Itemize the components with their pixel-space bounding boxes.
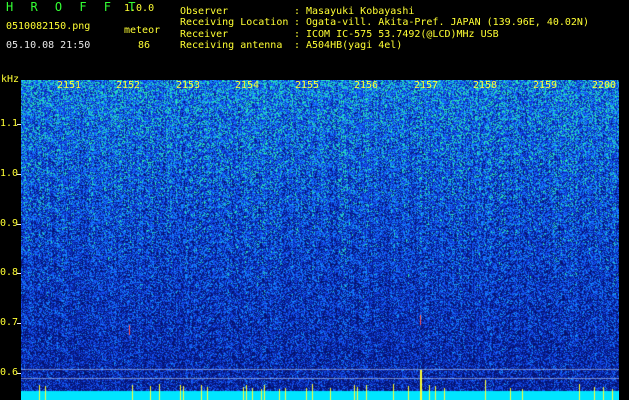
y-axis-unit: kHz xyxy=(1,74,20,85)
y-tick-label: 0.7 xyxy=(0,317,19,328)
y-tick-mark xyxy=(17,224,21,225)
info-observer-key: Observer xyxy=(180,6,229,17)
y-tick-mark xyxy=(17,124,21,125)
x-tick-label: 2152 xyxy=(116,80,141,91)
image-filename: 0510082150.png xyxy=(6,21,91,32)
info-antenna-key: Receiving antenna xyxy=(180,40,283,51)
y-tick-label: 0.8 xyxy=(0,267,19,278)
echo-count: 86 xyxy=(138,40,151,51)
y-tick-label: 1.0 xyxy=(0,168,19,179)
x-tick-label: 2154 xyxy=(235,80,260,91)
x-tick-label: 2153 xyxy=(176,80,201,91)
info-receiver-sep: : xyxy=(294,29,301,40)
app-version: 1.0.0 xyxy=(124,3,155,14)
info-observer-sep: : xyxy=(294,6,301,17)
y-tick-mark xyxy=(17,174,21,175)
spectrogram-plot xyxy=(21,80,619,400)
x-tick-label: 2156 xyxy=(354,80,379,91)
mode-label: meteor xyxy=(124,25,161,36)
y-tick-label: 0.9 xyxy=(0,218,19,229)
y-tick-label: 0.6 xyxy=(0,367,19,378)
y-tick-mark xyxy=(17,373,21,374)
x-tick-label: 2158 xyxy=(473,80,498,91)
info-location-key: Receiving Location xyxy=(180,17,289,28)
info-receiver-key: Receiver xyxy=(180,29,229,40)
info-location-value: Ogata-vill. Akita-Pref. JAPAN (139.96E, … xyxy=(306,17,589,28)
x-tick-label: 2155 xyxy=(295,80,320,91)
datetime-label: 05.10.08 21:50 xyxy=(6,40,91,51)
app-title: H R O F F T xyxy=(6,0,141,14)
info-antenna-sep: : xyxy=(294,40,301,51)
info-location-sep: : xyxy=(294,17,301,28)
x-tick-label: 2157 xyxy=(414,80,439,91)
y-tick-mark xyxy=(17,273,21,274)
x-tick-label: 2159 xyxy=(533,80,558,91)
y-tick-mark xyxy=(17,323,21,324)
info-observer-value: Masayuki Kobayashi xyxy=(306,6,415,17)
info-receiver-value: ICOM IC-575 53.7492(@LCD)MHz USB xyxy=(306,29,499,40)
info-antenna-value: A504HB(yagi 4el) xyxy=(306,40,403,51)
x-tick-label: 2200 xyxy=(592,80,617,91)
x-tick-label: 2151 xyxy=(57,80,82,91)
y-tick-label: 1.1 xyxy=(0,118,19,129)
